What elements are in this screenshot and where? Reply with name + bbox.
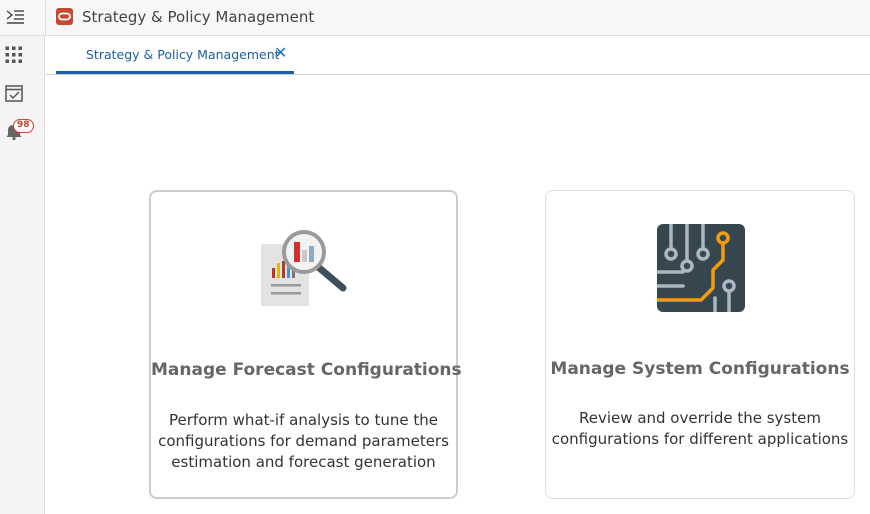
oracle-logo-icon <box>56 8 73 25</box>
manage-forecast-configurations-card[interactable]: Manage Forecast Configurations Perform w… <box>149 190 462 499</box>
card-title: Manage System Configurations <box>550 359 850 379</box>
tasks-calendar-icon[interactable] <box>4 83 24 103</box>
description-line: configurations for different application… <box>551 430 849 448</box>
topbar-divider <box>45 0 46 36</box>
card-description: Perform what-if analysis to tune the con… <box>151 410 456 473</box>
description-line: Review and override the system <box>579 409 821 427</box>
card-title: Manage Forecast Configurations <box>151 360 462 380</box>
description-line: configurations for demand parameters <box>158 432 449 450</box>
apps-grid-icon[interactable] <box>4 45 24 65</box>
notification-count-badge: 98 <box>13 119 34 133</box>
card-description: Review and override the system configura… <box>546 408 854 450</box>
report-magnifier-icon <box>257 228 353 310</box>
top-bar: Strategy & Policy Management <box>0 0 870 36</box>
description-line: estimation and forecast generation <box>171 453 436 471</box>
menu-collapse-icon[interactable] <box>4 6 26 28</box>
circuit-board-icon <box>655 222 745 314</box>
description-line: Perform what-if analysis to tune the <box>169 411 438 429</box>
tab-bar: Strategy & Policy Management ✕ <box>46 36 870 75</box>
tab-strategy-policy-management[interactable]: Strategy & Policy Management ✕ <box>56 36 294 74</box>
manage-system-configurations-card[interactable]: Manage System Configurations Review and … <box>545 190 855 499</box>
app-title: Strategy & Policy Management <box>82 8 315 26</box>
close-icon[interactable]: ✕ <box>274 44 287 62</box>
tab-label: Strategy & Policy Management <box>86 47 280 62</box>
side-navigation: 98 <box>0 36 45 514</box>
